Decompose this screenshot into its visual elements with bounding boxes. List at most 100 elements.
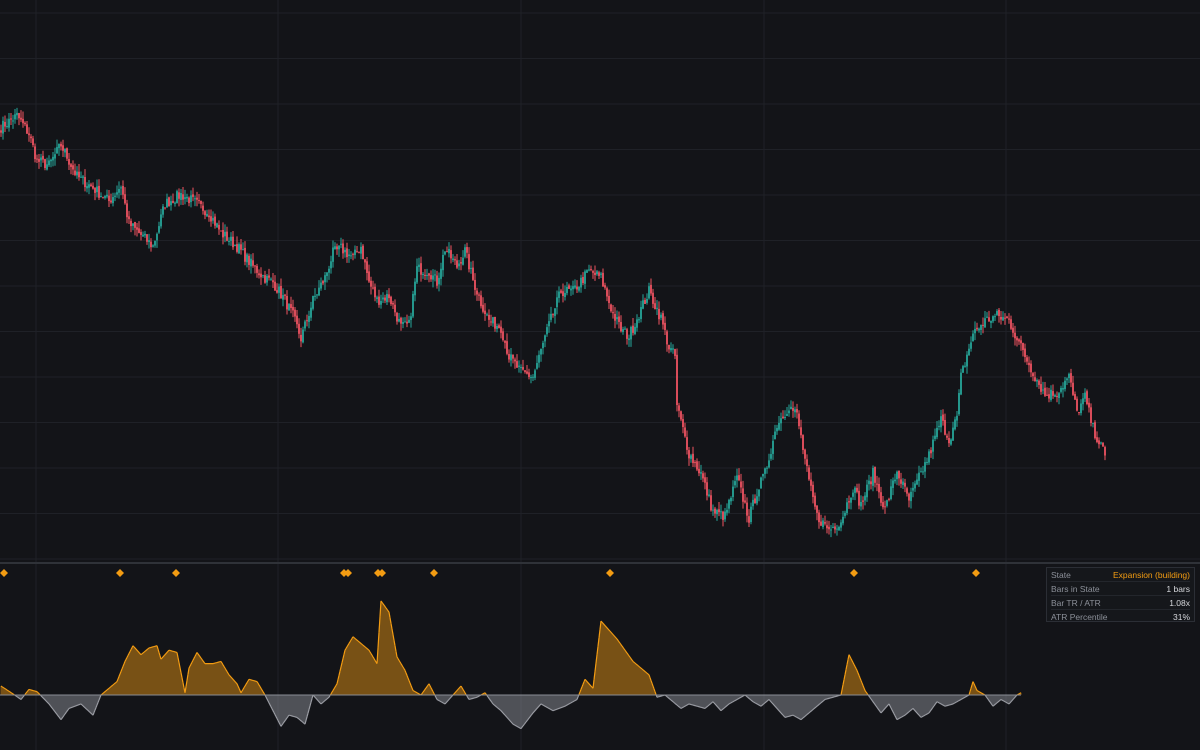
candle-body (600, 273, 602, 275)
candle-body (280, 285, 282, 299)
atr-line (586, 681, 589, 684)
candle-body (558, 291, 560, 298)
atr-line (532, 711, 535, 714)
candle-body (84, 177, 86, 188)
atr-line (959, 698, 962, 701)
candle-body (672, 348, 674, 350)
candle-body (524, 370, 526, 372)
candle-body (712, 509, 714, 511)
atr-line (880, 711, 883, 714)
atr-line (627, 654, 630, 657)
atr-line (732, 700, 735, 703)
candle-body (826, 525, 828, 529)
candle-body (996, 311, 998, 315)
atr-line (424, 687, 427, 690)
atr-line (678, 706, 681, 709)
atr-line (601, 621, 604, 624)
candle-body (660, 314, 662, 318)
atr-line (366, 648, 369, 650)
atr-line (602, 622, 605, 625)
atr-line (634, 662, 637, 665)
atr-line (1009, 701, 1012, 704)
atr-line (454, 691, 457, 694)
atr-line (353, 637, 356, 639)
atr-line (416, 692, 419, 694)
atr-line (574, 699, 577, 702)
atr-line (913, 709, 916, 712)
candle-body (1006, 316, 1008, 319)
atr-line (89, 711, 92, 714)
candle-body (684, 427, 686, 437)
candle-body (740, 481, 742, 488)
candle-body (530, 377, 532, 379)
candle-body (34, 146, 36, 160)
candle-body (738, 475, 740, 481)
candle-body (604, 285, 606, 288)
candle-body (1102, 442, 1104, 447)
atr-line (145, 649, 148, 651)
atr-line (821, 700, 824, 703)
atr-line (418, 693, 421, 695)
atr-line (365, 647, 368, 649)
atr-line (421, 691, 424, 694)
candle-body (984, 318, 986, 328)
candle-body (70, 164, 72, 167)
candle-body (976, 327, 978, 330)
candle-body (1060, 387, 1062, 392)
atr-line (682, 706, 685, 708)
atr-line (988, 700, 991, 703)
candle-body (820, 521, 822, 526)
atr-line (413, 690, 416, 693)
candle-body (994, 316, 996, 318)
atr-line (874, 704, 877, 707)
candle-body (154, 240, 156, 246)
candle-body (420, 263, 422, 275)
candle-body (98, 185, 100, 198)
atr-line (982, 693, 985, 695)
candle-body (260, 273, 262, 278)
atr-percentile-row: ATR Percentile 31% (1051, 609, 1190, 623)
candle-body (510, 354, 512, 361)
candle-body (90, 184, 92, 187)
candle-body (494, 316, 496, 329)
atr-line (721, 708, 724, 711)
candle-body (1066, 378, 1068, 381)
candle-body (400, 317, 402, 324)
candle-body (116, 192, 118, 195)
candle-body (18, 113, 20, 119)
atr-line (323, 700, 326, 702)
atr-line (301, 721, 304, 723)
atr-line (550, 709, 553, 711)
candle-body (982, 324, 984, 326)
atr-line (504, 714, 507, 717)
atr-line (731, 701, 734, 703)
atr-line (736, 698, 739, 701)
candle-body (274, 281, 276, 291)
atr-line (901, 715, 904, 718)
atr-line (490, 700, 493, 703)
candle-body (1092, 422, 1094, 424)
candle-body (72, 165, 74, 170)
candle-body (798, 413, 800, 427)
candle-body (752, 499, 754, 507)
candle-body (534, 370, 536, 378)
candle-body (664, 322, 666, 331)
atr-line (387, 610, 390, 613)
candle-body (230, 236, 232, 241)
atr-line (734, 699, 737, 702)
atr-line (572, 700, 575, 703)
candle-body (12, 120, 14, 122)
candle-body (332, 247, 334, 262)
atr-line (67, 708, 70, 711)
candle-body (872, 467, 874, 486)
candle-body (298, 323, 300, 334)
atr-line (611, 633, 614, 635)
candle-body (446, 251, 448, 253)
atr-line (3, 687, 6, 690)
candle-body (198, 200, 200, 202)
atr-line (716, 705, 719, 708)
price-atr-chart[interactable] (0, 0, 1200, 750)
candle-body (338, 245, 340, 250)
atr-line (15, 695, 18, 698)
atr-line (643, 670, 646, 672)
